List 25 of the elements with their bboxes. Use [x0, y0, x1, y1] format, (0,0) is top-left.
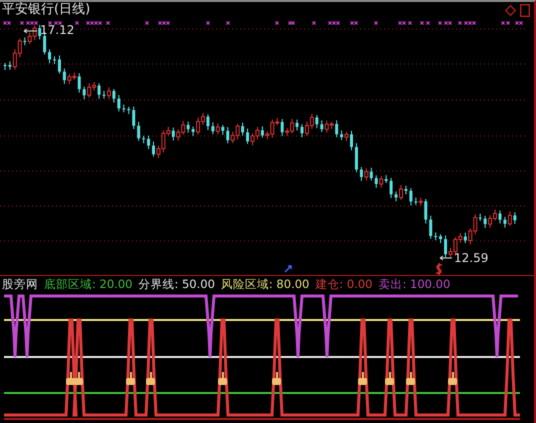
hand-icon: [218, 372, 227, 385]
sell-signal-icon: [435, 262, 443, 276]
legend-item: 分界线: 50.00: [138, 276, 215, 294]
hand-icon: [272, 372, 281, 385]
hand-icon: [406, 372, 415, 385]
indicator-name: 股旁网: [2, 276, 38, 294]
hand-icon: [448, 372, 457, 385]
hand-icon: [66, 372, 75, 385]
hand-icon: [74, 372, 83, 385]
leader-line: [24, 28, 38, 34]
legend-item: 卖出: 100.00: [378, 276, 450, 294]
hand-icon: [358, 372, 367, 385]
legend-item: 建仓: 0.00: [315, 276, 372, 294]
low-price-label: 12.59: [454, 252, 488, 265]
arrow-icon: [284, 265, 292, 273]
legend-item: 底部区域: 20.00: [44, 276, 132, 294]
legend-item: 风险区域: 80.00: [220, 276, 310, 294]
hand-icon: [385, 372, 394, 385]
hand-icon: [146, 372, 155, 385]
chart-title: 平安银行(日线): [2, 2, 90, 18]
hand-icon: [126, 372, 135, 385]
high-price-label: 17.12: [40, 24, 74, 37]
leader-line: [440, 256, 452, 260]
diamond-icon[interactable]: [505, 4, 516, 16]
window-restore-icon[interactable]: [520, 4, 530, 16]
